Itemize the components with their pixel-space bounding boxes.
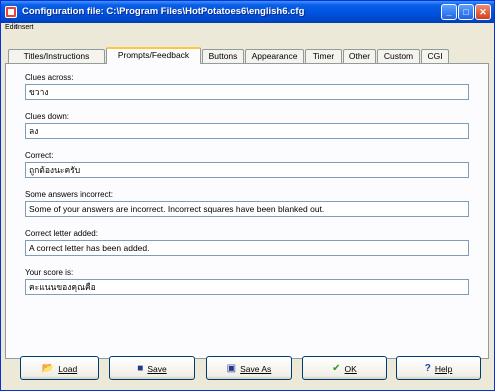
help-button[interactable]: ? Help <box>396 356 481 380</box>
question-mark-icon: ? <box>424 362 431 374</box>
ok-button[interactable]: ✔ OK <box>302 356 387 380</box>
menu-insert[interactable]: Insert <box>16 24 34 31</box>
tab-buttons[interactable]: Buttons <box>202 49 244 63</box>
clues-across-label: Clues across: <box>25 73 74 82</box>
some-answers-incorrect-label: Some answers incorrect: <box>25 190 114 199</box>
ok-button-label: OK <box>344 363 357 374</box>
menu-bar: Edit Insert <box>1 23 494 35</box>
correct-label: Correct: <box>25 151 54 160</box>
checkmark-icon: ✔ <box>332 362 341 374</box>
tab-strip: Titles/Instructions Prompts/Feedback But… <box>5 47 485 64</box>
correct-input[interactable]: ถูกต้องนะครับ <box>25 162 469 178</box>
save-button[interactable]: ■ Save <box>109 356 195 380</box>
load-button-label: Load <box>58 363 78 374</box>
clues-down-input[interactable]: ลง <box>25 123 469 139</box>
title-bar[interactable]: Configuration file: C:\Program Files\Hot… <box>1 1 494 23</box>
tab-appearance[interactable]: Appearance <box>245 49 304 63</box>
tab-prompts-feedback[interactable]: Prompts/Feedback <box>106 47 201 64</box>
correct-letter-added-label: Correct letter added: <box>25 229 98 238</box>
tab-timer[interactable]: Timer <box>305 49 342 63</box>
save-as-button[interactable]: ▣ Save As <box>206 356 292 380</box>
app-icon[interactable] <box>5 6 17 18</box>
help-button-label: Help <box>434 363 453 374</box>
tab-other[interactable]: Other <box>343 49 376 63</box>
correct-letter-added-input[interactable]: A correct letter has been added. <box>25 240 469 256</box>
tab-cgi[interactable]: CGI <box>421 49 449 63</box>
tab-custom[interactable]: Custom <box>377 49 420 63</box>
clues-down-label: Clues down: <box>25 112 70 121</box>
load-button[interactable]: 📂 Load <box>20 356 99 380</box>
minimize-button[interactable]: _ <box>441 4 457 20</box>
maximize-button[interactable]: □ <box>458 4 474 20</box>
save-as-button-label: Save As <box>240 363 272 374</box>
your-score-label: Your score is: <box>25 268 74 277</box>
folder-open-icon: 📂 <box>41 362 55 374</box>
clues-across-input[interactable]: ขวาง <box>25 84 469 100</box>
close-button[interactable]: ✕ <box>475 4 491 20</box>
save-button-label: Save <box>147 363 167 374</box>
your-score-input[interactable]: คะแนนของคุณคือ <box>25 279 469 295</box>
floppy-disk-icon: ■ <box>137 362 144 374</box>
tab-titles-instructions[interactable]: Titles/Instructions <box>8 49 105 63</box>
floppy-disk-save-as-icon: ▣ <box>226 362 237 374</box>
window-title: Configuration file: C:\Program Files\Hot… <box>22 6 305 17</box>
some-answers-incorrect-input[interactable]: Some of your answers are incorrect. Inco… <box>25 201 469 217</box>
config-window: Configuration file: C:\Program Files\Hot… <box>0 0 495 391</box>
